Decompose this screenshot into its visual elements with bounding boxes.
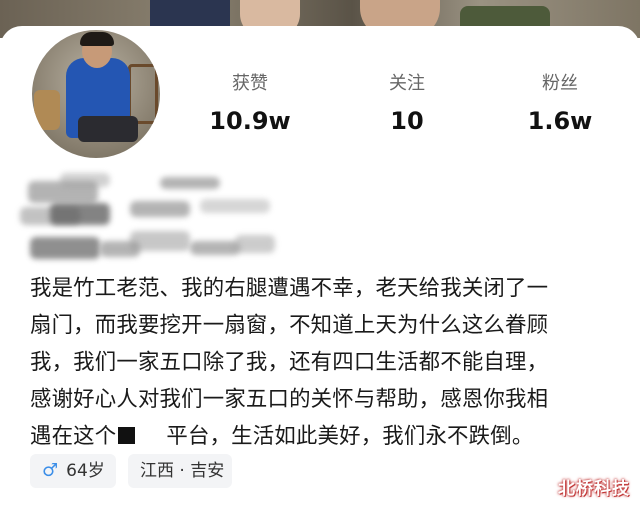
profile-stats: 获赞 10.9w 关注 10 粉丝 1.6w xyxy=(190,72,630,142)
bio-text: 平台，生活如此美好，我们永不跌倒。 xyxy=(166,424,534,449)
avatar-hair xyxy=(80,32,114,46)
stat-label: 关注 xyxy=(389,73,425,94)
avatar[interactable] xyxy=(28,26,164,162)
avatar-chair xyxy=(128,64,158,124)
gender-age-tag[interactable]: ♂ 64岁 xyxy=(30,454,116,488)
bio-line: 我，我们一家五口除了我，还有四口生活都不能自理， xyxy=(30,350,549,375)
bio-line: 感谢好心人对我们一家五口的关怀与帮助，感恩你我相 xyxy=(30,387,549,412)
bio-line: 扇门，而我要挖开一扇窗，不知道上天为什么这么眷顾 xyxy=(30,313,549,338)
location-label: 江西 · 吉安 xyxy=(140,461,225,481)
stat-label: 粉丝 xyxy=(542,73,578,94)
stat-likes[interactable]: 获赞 10.9w xyxy=(190,72,310,136)
bio-text: 遇在这个 xyxy=(30,424,117,449)
stat-value: 10 xyxy=(390,107,424,135)
avatar-pants xyxy=(78,116,138,142)
profile-bio: 我是竹工老范、我的右腿遭遇不幸，老天给我关闭了一 扇门，而我要挖开一扇窗，不知道… xyxy=(30,270,620,455)
location-tag[interactable]: 江西 · 吉安 xyxy=(128,454,232,488)
male-icon: ♂ xyxy=(42,460,59,481)
stat-value: 1.6w xyxy=(527,107,593,135)
avatar-basket xyxy=(34,90,60,130)
redaction-mark xyxy=(118,427,136,444)
age-label: 64岁 xyxy=(66,461,105,481)
watermark: 北桥科技 xyxy=(558,479,630,499)
blurred-username xyxy=(20,171,280,271)
stat-followers[interactable]: 粉丝 1.6w xyxy=(500,72,620,136)
stat-following[interactable]: 关注 10 xyxy=(347,72,467,136)
bio-line: 遇在这个 平台，生活如此美好，我们永不跌倒。 xyxy=(30,418,620,455)
stat-value: 10.9w xyxy=(209,107,291,135)
stat-label: 获赞 xyxy=(232,73,268,94)
bio-line: 我是竹工老范、我的右腿遭遇不幸，老天给我关闭了一 xyxy=(30,276,549,301)
